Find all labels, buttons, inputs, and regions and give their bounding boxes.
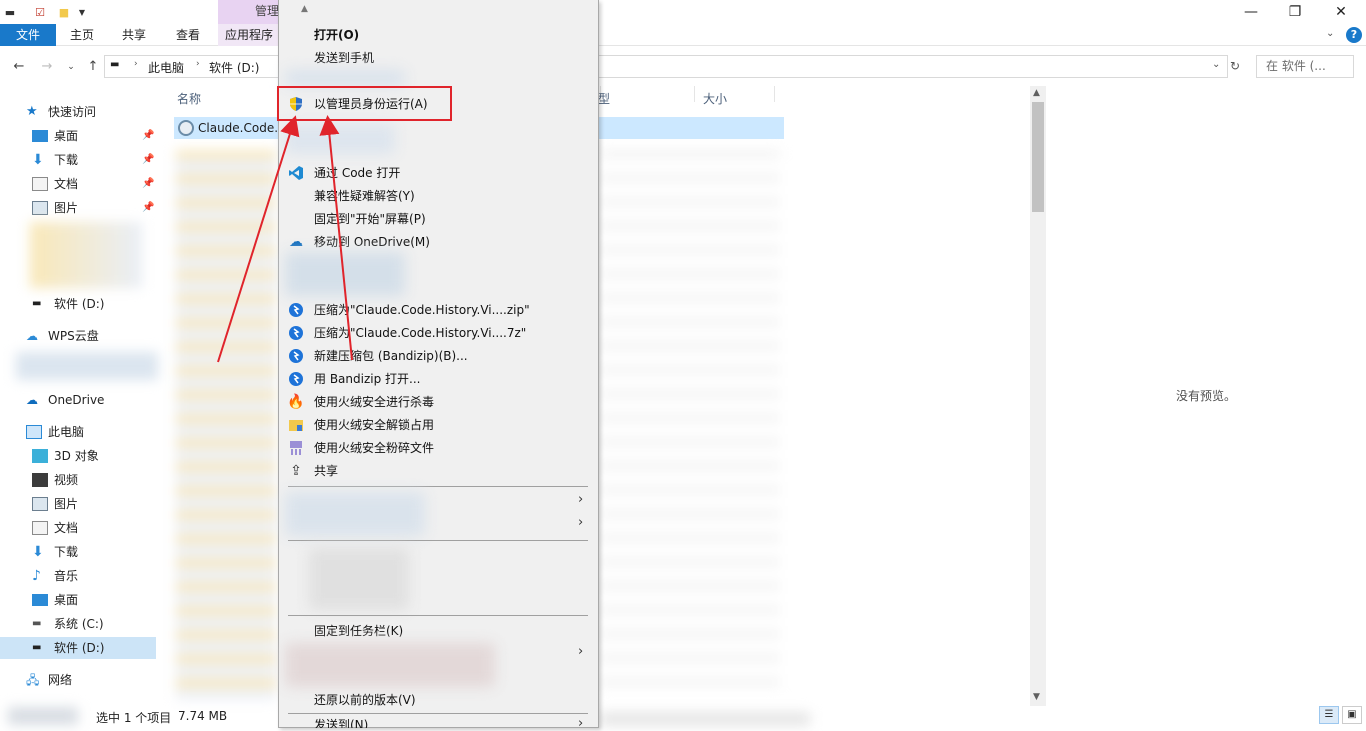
annotation-arrows	[217, 115, 353, 363]
annotation-arrow	[217, 115, 300, 363]
annotation-arrow	[319, 115, 353, 361]
